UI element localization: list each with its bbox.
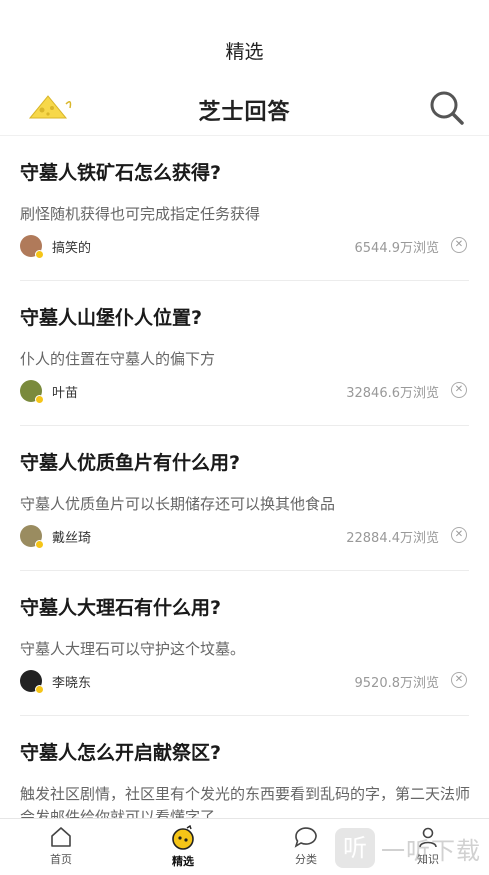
chat-bubble-icon [294,827,317,848]
page-title: 芝士回答 [198,100,291,125]
top-bar: 精选 [0,0,489,96]
avatar[interactable] [20,670,44,694]
home-icon [51,827,71,847]
search-icon[interactable] [427,88,467,128]
dismiss-icon[interactable]: ✕ [451,527,467,543]
answer-snippet[interactable]: 触发社区剧情，社区里有个发光的东西要看到乱码的字，第二天法师会发邮件给你就可以看… [20,783,470,818]
answer-snippet[interactable]: 仆人的住置在守墓人的偏下方 [20,348,470,371]
question-title[interactable]: 守墓人优质鱼片有什么用? [20,448,240,475]
question-title[interactable]: 守墓人铁矿石怎么获得? [20,158,221,185]
author-name[interactable]: 李晓东 [52,672,91,691]
author-name[interactable]: 叶苗 [52,382,78,401]
tab-label: 分类 [295,853,317,866]
avatar[interactable] [20,525,44,549]
question-feed[interactable]: 守墓人铁矿石怎么获得? 刷怪随机获得也可完成指定任务获得 搞笑的 6544.9万… [0,136,489,818]
view-count: 9520.8万浏览 [354,676,440,691]
verified-badge-icon [35,685,44,694]
tab-label: 精选 [172,855,194,868]
verified-badge-icon [35,395,44,404]
answer-snippet[interactable]: 刷怪随机获得也可完成指定任务获得 [20,203,470,226]
verified-badge-icon [35,540,44,549]
top-bar-title: 精选 [225,41,264,63]
question-card[interactable]: 守墓人山堡仆人位置? 仆人的住置在守墓人的偏下方 叶苗 32846.6万浏览 ✕ [0,281,489,426]
question-title[interactable]: 守墓人怎么开启献祭区? [20,738,221,765]
answer-snippet[interactable]: 守墓人大理石可以守护这个坟墓。 [20,638,470,661]
question-title[interactable]: 守墓人山堡仆人位置? [20,303,202,330]
tab-featured[interactable]: 精选 [153,825,213,873]
avatar[interactable] [20,235,44,259]
verified-badge-icon [35,250,44,259]
question-card[interactable]: 守墓人优质鱼片有什么用? 守墓人优质鱼片可以长期储存还可以换其他食品 戴丝琦 2… [0,426,489,571]
header: 芝士回答 [0,91,489,138]
dismiss-icon[interactable]: ✕ [451,382,467,398]
tab-label: 首页 [50,853,72,866]
dismiss-icon[interactable]: ✕ [451,672,467,688]
author-name[interactable]: 戴丝琦 [52,527,91,546]
question-title[interactable]: 守墓人大理石有什么用? [20,593,221,620]
author[interactable]: 李晓东 [20,669,91,694]
watermark: 听 一听下载 [335,827,481,869]
tab-bar: 首页 精选 分类 知识 听 一听下载 [0,818,489,875]
dismiss-icon[interactable]: ✕ [451,237,467,253]
view-count: 22884.4万浏览 [346,531,439,546]
watermark-logo-icon: 听 [335,828,375,868]
featured-icon [172,825,194,850]
author[interactable]: 搞笑的 [20,234,91,259]
question-card[interactable]: 守墓人铁矿石怎么获得? 刷怪随机获得也可完成指定任务获得 搞笑的 6544.9万… [0,136,489,281]
author[interactable]: 戴丝琦 [20,524,91,549]
watermark-text: 一听下载 [381,836,481,865]
tab-home[interactable]: 首页 [31,825,91,873]
answer-snippet[interactable]: 守墓人优质鱼片可以长期储存还可以换其他食品 [20,493,470,516]
tab-category[interactable]: 分类 [276,825,336,873]
view-count: 32846.6万浏览 [346,386,439,401]
view-count: 6544.9万浏览 [354,241,440,256]
author[interactable]: 叶苗 [20,379,78,404]
author-name[interactable]: 搞笑的 [52,237,91,256]
avatar[interactable] [20,380,44,404]
question-card[interactable]: 守墓人大理石有什么用? 守墓人大理石可以守护这个坟墓。 李晓东 9520.8万浏… [0,571,489,716]
question-card[interactable]: 守墓人怎么开启献祭区? 触发社区剧情，社区里有个发光的东西要看到乱码的字，第二天… [0,716,489,818]
